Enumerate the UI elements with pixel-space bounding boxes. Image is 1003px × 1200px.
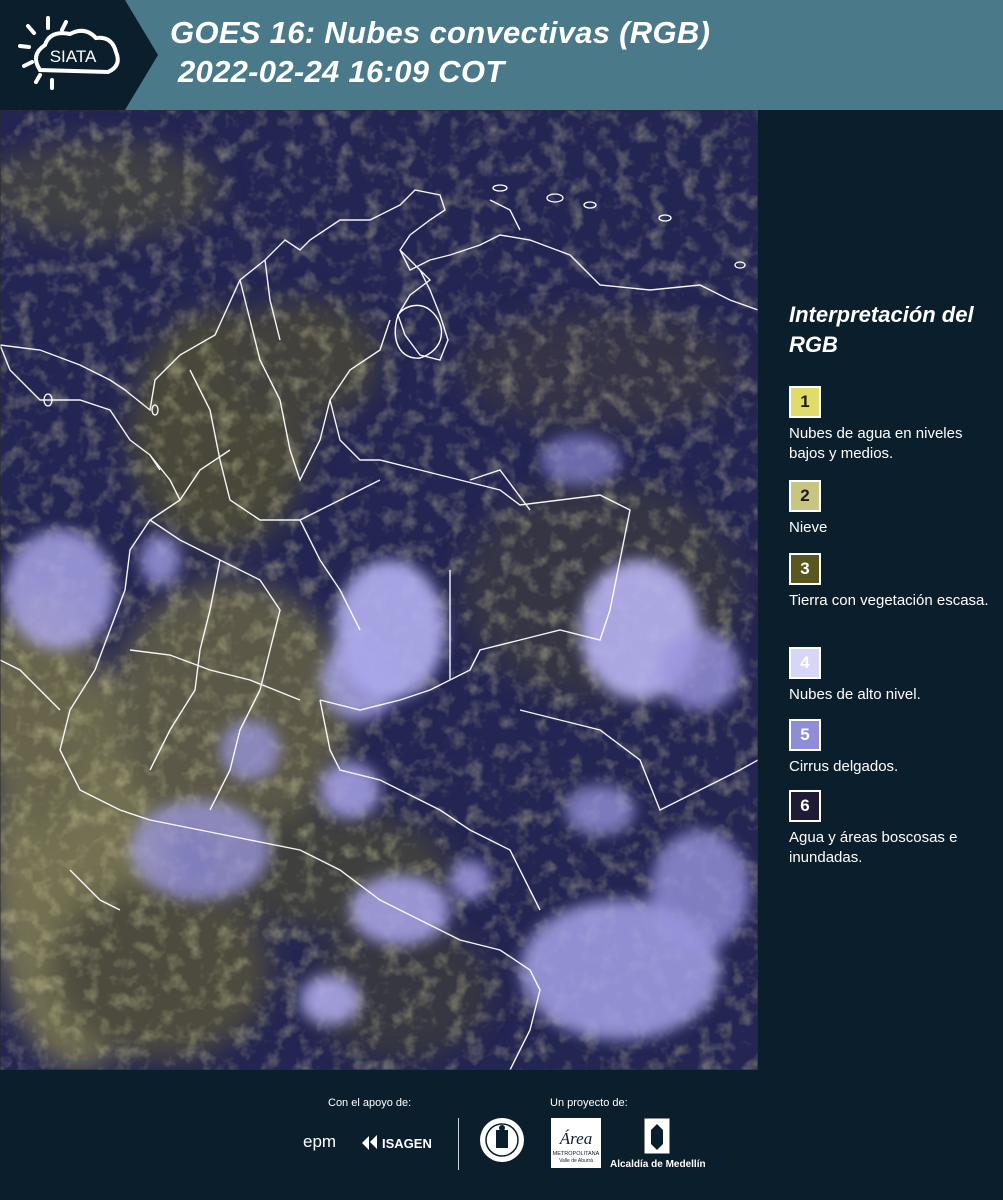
legend-label-4: Nubes de alto nivel. <box>789 686 921 703</box>
project-caption: Un proyecto de: <box>550 1097 628 1109</box>
svg-text:ISAGEN: ISAGEN <box>382 1136 432 1151</box>
legend-item-4: 4 Nubes de alto nivel. <box>789 647 994 705</box>
legend-label-5: Cirrus delgados. <box>789 758 899 775</box>
footer-divider <box>458 1118 459 1170</box>
medellin-seal-logo[interactable] <box>478 1116 526 1173</box>
legend-label-2: Nieve <box>789 519 828 536</box>
legend-item-1: 1 Nubes de agua en niveles bajos y medio… <box>789 386 994 464</box>
legend-swatch-5: 5 <box>789 719 821 751</box>
legend-label-1: Nubes de agua en niveles bajos y medios. <box>789 425 963 462</box>
svg-text:METROPOLITANA: METROPOLITANA <box>553 1151 600 1157</box>
svg-text:Valle de Aburrá: Valle de Aburrá <box>559 1158 593 1164</box>
page-title: GOES 16: Nubes convectivas (RGB) <box>170 15 711 50</box>
isagen-logo[interactable]: ISAGEN <box>360 1128 442 1163</box>
alcaldia-crest-icon[interactable] <box>644 1118 670 1161</box>
siata-logo-text: SIATA <box>50 47 97 66</box>
legend-swatch-1: 1 <box>789 386 821 418</box>
epm-logo[interactable]: epm <box>303 1132 336 1152</box>
legend-item-2: 2 Nieve <box>789 480 994 538</box>
legend-label-3: Tierra con vegetación escasa. <box>789 592 989 609</box>
siata-logo[interactable]: SIATA <box>0 0 158 110</box>
legend-item-6: 6 Agua y áreas boscosas e inundadas. <box>789 790 994 868</box>
svg-text:Área: Área <box>559 1129 592 1148</box>
legend-label-6: Agua y áreas boscosas e inundadas. <box>789 829 958 866</box>
legend-item-5: 5 Cirrus delgados. <box>789 719 994 777</box>
footer: Con el apoyo de: Un proyecto de: epm ISA… <box>0 1070 1003 1200</box>
satellite-image <box>0 110 758 1070</box>
support-caption: Con el apoyo de: <box>328 1097 412 1109</box>
legend-swatch-6: 6 <box>789 790 821 822</box>
area-metropolitana-logo[interactable]: Área METROPOLITANA Valle de Aburrá <box>551 1118 601 1173</box>
legend-title: Interpretación del RGB <box>789 302 974 357</box>
legend-item-3: 3 Tierra con vegetación escasa. <box>789 553 994 611</box>
legend-panel: Interpretación del RGB 1 Nubes de agua e… <box>760 110 1003 1070</box>
header-bar: SIATA GOES 16: Nubes convectivas (RGB) 2… <box>0 0 1003 110</box>
legend-swatch-2: 2 <box>789 480 821 512</box>
alcaldia-label: Alcaldía de Medellín <box>610 1159 706 1170</box>
timestamp-title: 2022-02-24 16:09 COT <box>178 54 505 89</box>
satellite-map[interactable] <box>0 110 758 1070</box>
legend-swatch-4: 4 <box>789 647 821 679</box>
legend-swatch-3: 3 <box>789 553 821 585</box>
